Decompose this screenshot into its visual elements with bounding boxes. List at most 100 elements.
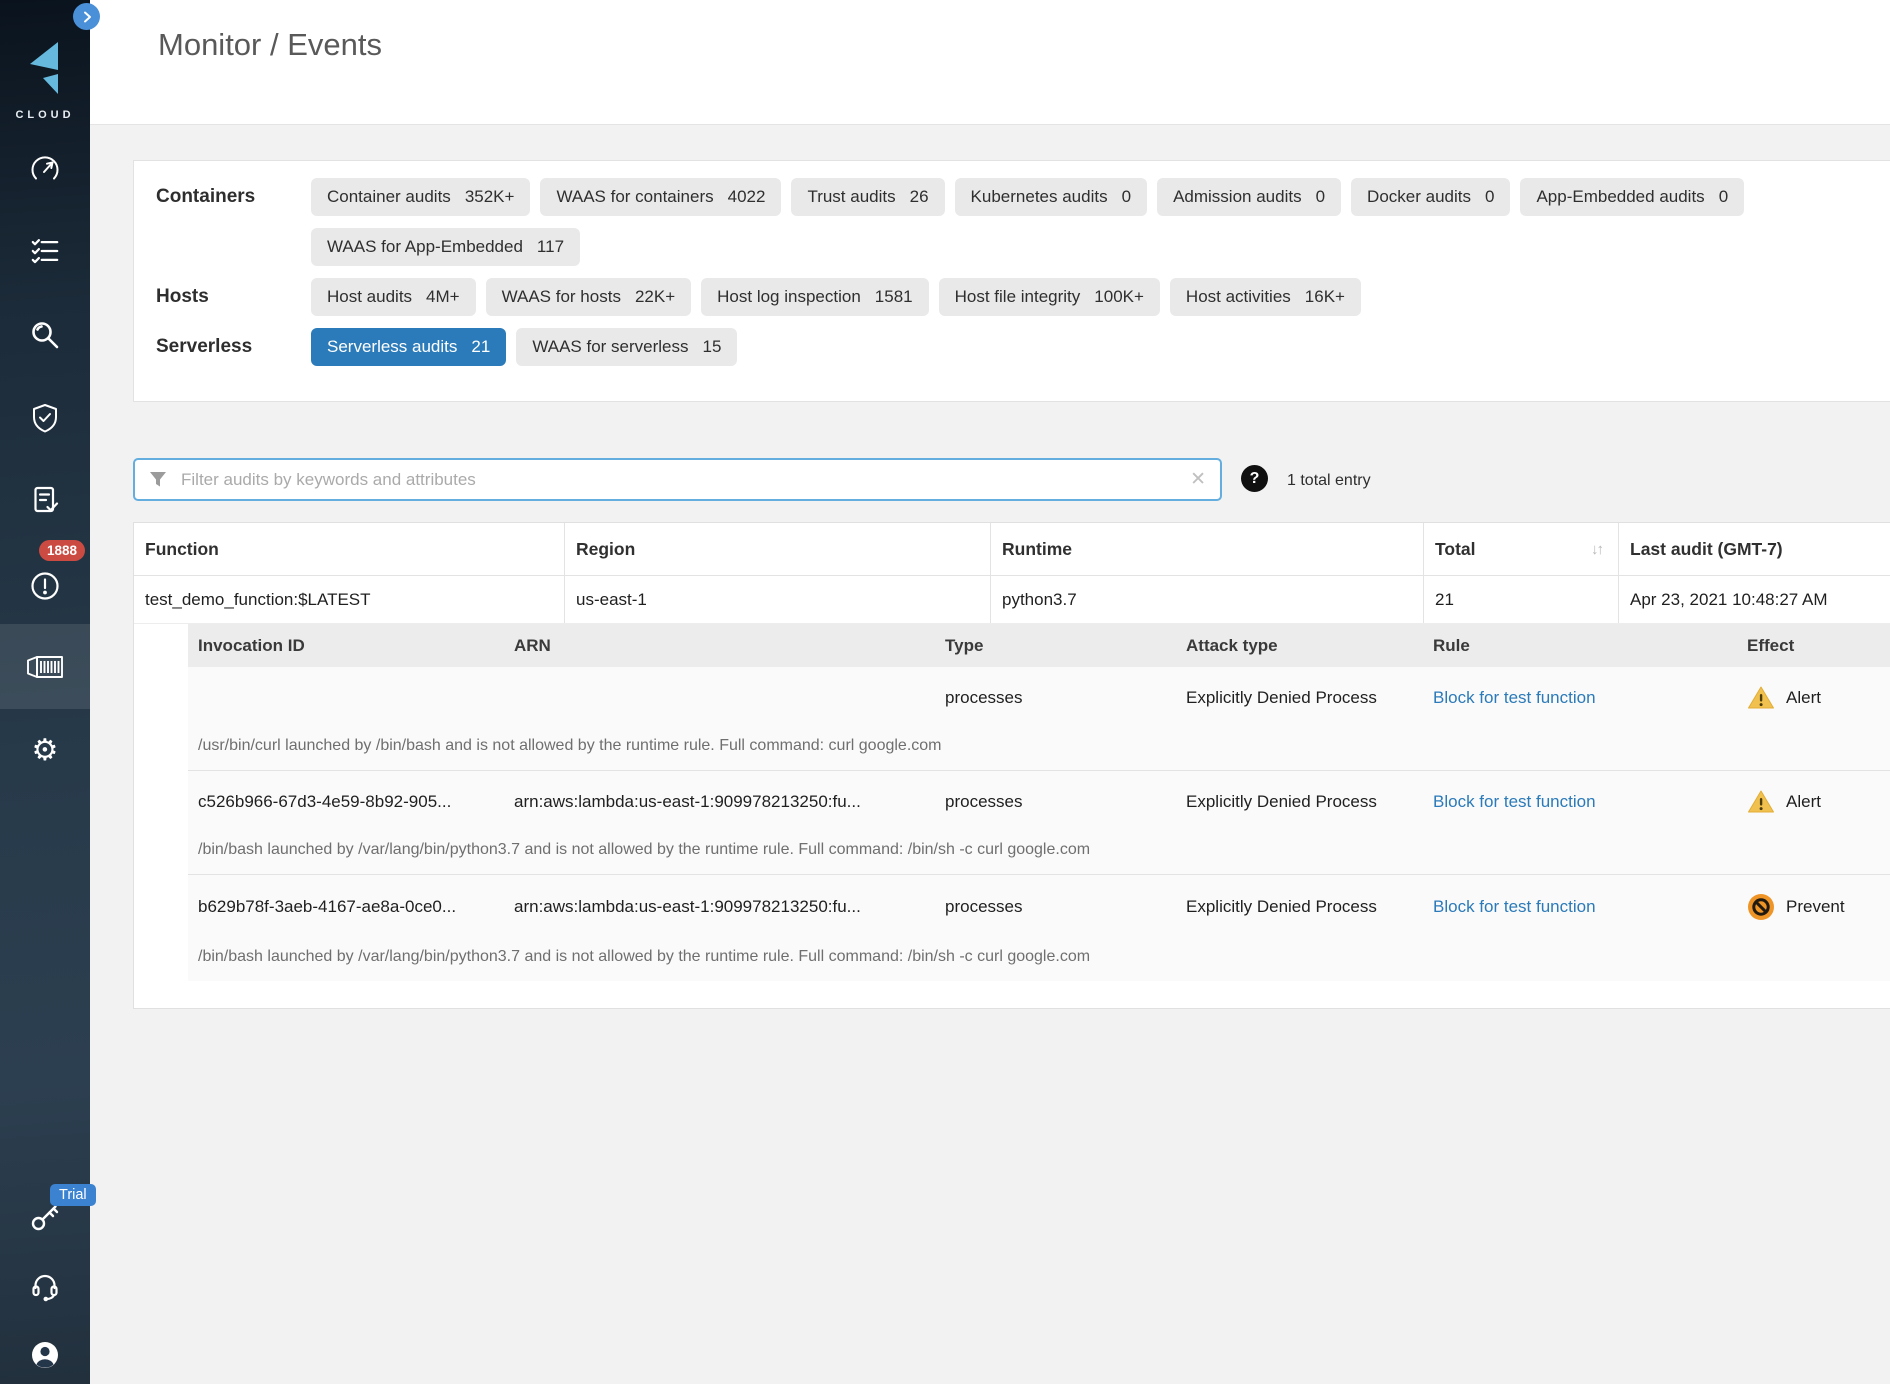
shield-check-icon <box>29 402 61 434</box>
help-icon[interactable]: ? <box>1241 465 1268 492</box>
rule-link[interactable]: Block for test function <box>1433 688 1596 707</box>
audit-description: /usr/bin/curl launched by /bin/bash and … <box>188 737 1890 755</box>
cell-total: 21 <box>1424 576 1619 623</box>
cell-effect: Prevent <box>1737 893 1890 921</box>
app-window: CLOUD <box>0 0 1890 1384</box>
chip-trust-audits[interactable]: Trust audits 26 <box>791 178 944 216</box>
chip-host-log-inspection[interactable]: Host log inspection 1581 <box>701 278 928 316</box>
trial-badge[interactable]: Trial <box>50 1184 96 1206</box>
cell-attack-type: Explicitly Denied Process <box>1176 792 1423 812</box>
sidebar-item-containers[interactable] <box>0 639 90 695</box>
sidebar-item-dashboard[interactable] <box>0 141 90 197</box>
audit-row-group: b629b78f-3aeb-4167-ae8a-0ce0... arn:aws:… <box>188 875 1890 981</box>
containers-filter-row: Containers Container audits 352K+ WAAS f… <box>134 178 1890 266</box>
total-entry-count: 1 total entry <box>1287 472 1371 490</box>
block-circle-icon <box>1747 893 1775 921</box>
top-bar: Monitor / Events <box>90 0 1890 125</box>
rule-link[interactable]: Block for test function <box>1433 792 1596 811</box>
settings-gear-icon: ⚙ <box>32 736 59 766</box>
column-header-rule: Rule <box>1423 636 1737 656</box>
audit-filter-searchbar[interactable]: ✕ <box>133 458 1222 501</box>
cell-runtime: python3.7 <box>991 576 1424 623</box>
effect-label: Prevent <box>1786 897 1845 917</box>
sidebar-item-support[interactable] <box>0 1259 90 1315</box>
effect-label: Alert <box>1786 688 1821 708</box>
rule-link[interactable]: Block for test function <box>1433 897 1596 916</box>
column-header-type: Type <box>935 636 1176 656</box>
profile-icon <box>29 1339 61 1371</box>
column-header-total[interactable]: Total ↓↑ <box>1424 523 1619 575</box>
search-input[interactable] <box>179 469 1190 491</box>
sidebar-item-search[interactable] <box>0 307 90 363</box>
audit-row-group: processes Explicitly Denied Process Bloc… <box>188 667 1890 771</box>
chip-host-audits[interactable]: Host audits 4M+ <box>311 278 476 316</box>
chip-container-audits[interactable]: Container audits 352K+ <box>311 178 530 216</box>
sidebar-item-policies[interactable] <box>0 223 90 279</box>
column-header-last-audit: Last audit (GMT-7) <box>1619 523 1890 575</box>
chip-host-activities[interactable]: Host activities 16K+ <box>1170 278 1361 316</box>
sidebar-collapse-button[interactable] <box>73 3 100 30</box>
clear-search-icon[interactable]: ✕ <box>1190 468 1206 491</box>
category-label-containers: Containers <box>156 178 311 266</box>
support-headset-icon <box>29 1271 61 1303</box>
category-label-hosts: Hosts <box>156 278 311 316</box>
chip-kubernetes-audits[interactable]: Kubernetes audits 0 <box>955 178 1148 216</box>
column-header-region: Region <box>565 523 991 575</box>
cell-type: processes <box>935 792 1176 812</box>
sidebar: CLOUD <box>0 0 90 1384</box>
audit-type-filters-card: Containers Container audits 352K+ WAAS f… <box>133 160 1890 402</box>
chevron-right-icon <box>80 10 94 24</box>
function-table-row[interactable]: test_demo_function:$LATEST us-east-1 pyt… <box>134 576 1890 624</box>
cell-effect: Alert <box>1737 789 1890 814</box>
sidebar-item-settings[interactable]: ⚙ <box>0 723 90 779</box>
chip-app-embedded-audits[interactable]: App-Embedded audits 0 <box>1520 178 1744 216</box>
cell-last-audit: Apr 23, 2021 10:48:27 AM <box>1619 576 1890 623</box>
chip-serverless-audits-selected[interactable]: Serverless audits 21 <box>311 328 506 366</box>
cell-arn: arn:aws:lambda:us-east-1:909978213250:fu… <box>504 792 935 812</box>
cell-invocation-id: b629b78f-3aeb-4167-ae8a-0ce0... <box>188 897 504 917</box>
chip-waas-for-containers[interactable]: WAAS for containers 4022 <box>540 178 781 216</box>
warning-triangle-icon <box>1747 789 1775 814</box>
logo-text: CLOUD <box>0 109 90 121</box>
chip-admission-audits[interactable]: Admission audits 0 <box>1157 178 1341 216</box>
serverless-audits-table-card: Function Region Runtime Total ↓↑ Last au… <box>133 522 1890 1009</box>
funnel-icon <box>149 471 167 488</box>
page-title: Monitor / Events <box>158 27 382 63</box>
audit-description: /bin/bash launched by /var/lang/bin/pyth… <box>188 841 1890 859</box>
category-label-serverless: Serverless <box>156 328 311 366</box>
cell-arn: arn:aws:lambda:us-east-1:909978213250:fu… <box>504 897 935 917</box>
dashboard-gauge-icon <box>29 153 61 185</box>
sidebar-item-monitor[interactable] <box>0 472 90 528</box>
audit-row-group: c526b966-67d3-4e59-8b92-905... arn:aws:l… <box>188 771 1890 875</box>
column-header-attack-type: Attack type <box>1176 636 1423 656</box>
chip-docker-audits[interactable]: Docker audits 0 <box>1351 178 1510 216</box>
column-header-function: Function <box>134 523 565 575</box>
cell-type: processes <box>935 897 1176 917</box>
hosts-filter-row: Hosts Host audits 4M+ WAAS for hosts 22K… <box>134 278 1890 316</box>
search-icon <box>29 319 61 351</box>
chip-waas-for-app-embedded[interactable]: WAAS for App-Embedded 117 <box>311 228 580 266</box>
cell-attack-type: Explicitly Denied Process <box>1176 688 1423 708</box>
audits-detail-panel: Invocation ID ARN Type Attack type Rule … <box>188 624 1890 981</box>
container-icon <box>26 652 64 682</box>
audits-table-header: Invocation ID ARN Type Attack type Rule … <box>188 624 1890 667</box>
column-header-runtime: Runtime <box>991 523 1424 575</box>
cell-attack-type: Explicitly Denied Process <box>1176 897 1423 917</box>
prisma-logo-icon <box>22 36 68 96</box>
sidebar-item-alerts[interactable] <box>0 558 90 614</box>
sidebar-item-defend[interactable] <box>0 390 90 446</box>
chip-host-file-integrity[interactable]: Host file integrity 100K+ <box>939 278 1160 316</box>
column-header-effect: Effect <box>1737 636 1890 656</box>
chip-waas-for-hosts[interactable]: WAAS for hosts 22K+ <box>486 278 692 316</box>
report-check-icon <box>29 484 61 516</box>
sort-icon[interactable]: ↓↑ <box>1591 541 1602 558</box>
content-area: Containers Container audits 352K+ WAAS f… <box>90 125 1890 1384</box>
effect-label: Alert <box>1786 792 1821 812</box>
chip-waas-for-serverless[interactable]: WAAS for serverless 15 <box>516 328 737 366</box>
notification-count-badge[interactable]: 1888 <box>39 540 85 561</box>
sidebar-item-profile[interactable] <box>0 1327 90 1383</box>
functions-table-header: Function Region Runtime Total ↓↑ Last au… <box>134 523 1890 576</box>
cell-invocation-id: c526b966-67d3-4e59-8b92-905... <box>188 792 504 812</box>
checklist-icon <box>30 236 60 266</box>
audit-description: /bin/bash launched by /var/lang/bin/pyth… <box>188 948 1890 966</box>
